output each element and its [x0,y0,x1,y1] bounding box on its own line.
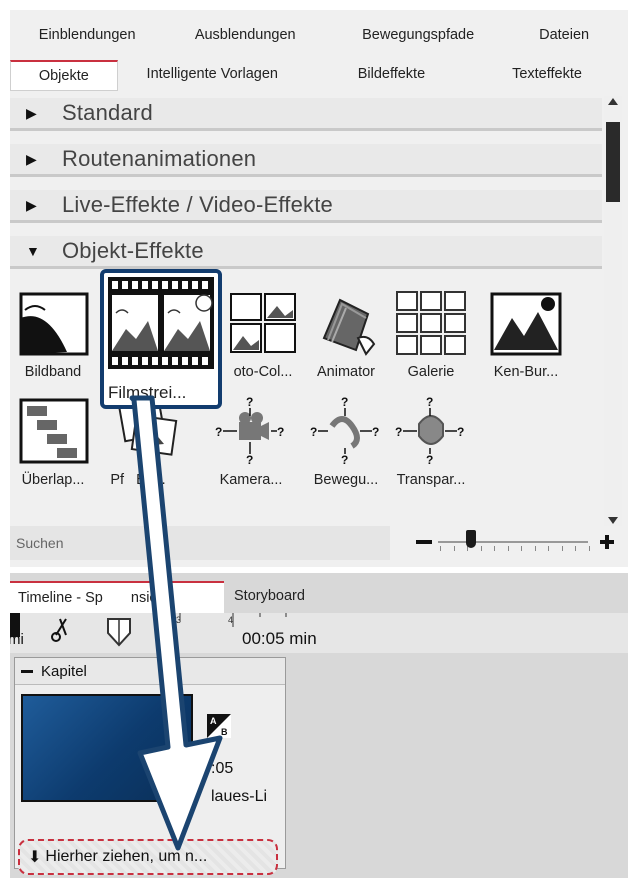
down-arrow-icon: ⬇ [28,849,42,866]
bildband-icon [17,288,89,358]
drop-zone[interactable]: ⬇ Hierher ziehen, um n... [18,839,278,875]
svg-text:?: ? [372,425,379,439]
gallery-icon [395,288,467,358]
effect-ueberlappung[interactable]: Überlap... [10,396,98,488]
ruler-tick-4: 4 [228,615,234,625]
tab-timeline-spuransicht[interactable]: Timeline - Sp nsicht [10,581,224,613]
ruler-label: mi [10,631,24,648]
chapter-block[interactable]: Kapitel A B :05 laues-Li [14,657,286,869]
timeline-tabs: Timeline - Sp nsicht Storyboard [10,581,315,613]
chapter-header[interactable]: Kapitel [15,658,285,685]
category-label: Standard [62,100,153,125]
effect-label: oto-Col... [233,364,293,380]
tab-intelligente-vorlagen[interactable]: Intelligente Vorlagen [118,60,307,88]
timeline-ruler[interactable]: mi 3 4 00:05 min [10,613,628,653]
zoom-slider-thumb[interactable] [466,530,476,548]
ruler-tick-3: 3 [176,615,182,625]
category-standard[interactable]: ▶ Standard [10,98,602,131]
expand-triangle-icon: ▶ [26,150,37,167]
effect-label: Animator [316,364,376,380]
svg-text:?: ? [426,396,433,409]
tab-texteffekte[interactable]: Texteffekte [476,60,618,88]
category-label: Live-Effekte / Video-Effekte [62,192,333,217]
effect-kamera[interactable]: ???? Kamera... [206,395,296,488]
chapter-title: Kapitel [41,662,87,680]
svg-text:?: ? [246,396,253,409]
effect-galerie[interactable]: Galerie [386,288,476,380]
clip-name: laues-Li [211,788,268,805]
drag-preview-popup: Filmstrei... [100,269,222,409]
tab-storyboard[interactable]: Storyboard [224,581,315,611]
zoom-slider-ticks [440,546,590,552]
tab-einblendungen[interactable]: Einblendungen [10,21,164,49]
overlap-icon [17,396,89,466]
svg-text:?: ? [277,425,284,439]
effect-ken-burns[interactable]: Ken-Bur... [476,288,576,380]
zoom-out-icon[interactable] [416,540,432,544]
svg-text:B: B [221,727,228,737]
effect-label: Bewegu... [313,472,379,488]
tab-bildeffekte[interactable]: Bildeffekte [307,60,476,88]
effect-label: Transpar... [396,472,466,488]
category-routenanimationen[interactable]: ▶ Routenanimationen [10,144,602,177]
zoom-in-icon-vertical [605,535,609,549]
scroll-thumb[interactable] [606,122,620,202]
svg-text:?: ? [341,396,348,409]
popup-label: Filmstrei... [108,383,187,402]
zoom-slider-track[interactable] [438,541,588,543]
effect-label: Überlap... [21,472,85,488]
timeline-panel: Timeline - Sp nsicht Storyboard mi 3 4 00… [10,573,628,878]
animator-icon [310,288,382,358]
tab-row-1: Einblendungen Ausblendungen Bewegungspfa… [10,21,618,51]
svg-text:?: ? [341,453,348,466]
effect-label: Galerie [407,364,455,380]
svg-text:?: ? [215,425,222,439]
scroll-down-icon[interactable] [608,517,618,524]
category-label: Objekt-Effekte [62,238,204,263]
video-clip-thumbnail[interactable] [21,694,193,802]
effect-pfad-effekt[interactable]: Pf Eff... [110,396,190,488]
effect-label: Ken-Bur... [493,364,559,380]
effects-search-input[interactable]: Suchen [10,526,390,560]
ruler-time: 00:05 min [242,629,317,648]
tab-dateien[interactable]: Dateien [510,21,618,49]
tab-objekte[interactable]: Objekte [10,60,118,91]
effect-bewegung[interactable]: ???? Bewegu... [296,395,396,488]
scroll-up-icon[interactable] [608,98,618,105]
tab-row-2: Objekte Intelligente Vorlagen Bildeffekt… [10,60,618,91]
expand-triangle-icon: ▶ [26,196,37,213]
effect-label: Pf Eff... [110,472,166,488]
svg-text:?: ? [246,453,253,466]
transition-ab-icon[interactable]: A B [207,714,231,738]
collapse-minus-icon[interactable] [21,669,33,673]
svg-text:?: ? [310,425,317,439]
drop-zone-label: Hierher ziehen, um n... [45,848,208,865]
effect-transparenz[interactable]: ???? Transpar... [386,395,476,488]
transparency-icon: ???? [395,395,467,467]
effect-label: Kamera... [219,472,283,488]
app-window: Einblendungen Ausblendungen Bewegungspfa… [10,10,628,878]
motion-icon: ???? [310,395,382,467]
collapse-triangle-icon: ▼ [26,243,40,259]
clip-duration: :05 [211,760,234,777]
camera-move-icon: ???? [215,395,287,467]
effect-bildband[interactable]: Bildband [10,288,98,380]
tab-ausblendungen[interactable]: Ausblendungen [164,21,326,49]
effects-scrollbar[interactable] [604,96,622,526]
photo-collage-icon [227,288,299,358]
effect-label: Bildband [24,364,82,380]
expand-triangle-icon: ▶ [26,104,37,121]
svg-text:?: ? [457,425,464,439]
svg-text:?: ? [395,425,402,439]
svg-text:?: ? [426,453,433,466]
category-live-effekte[interactable]: ▶ Live-Effekte / Video-Effekte [10,190,602,223]
category-label: Routenanimationen [62,146,257,171]
category-objekt-effekte[interactable]: ▼ Objekt-Effekte [10,236,602,269]
svg-text:A: A [210,716,217,726]
effect-animator[interactable]: Animator [296,288,396,380]
tab-bewegungspfade[interactable]: Bewegungspfade [326,21,510,49]
ken-burns-icon [490,288,562,358]
